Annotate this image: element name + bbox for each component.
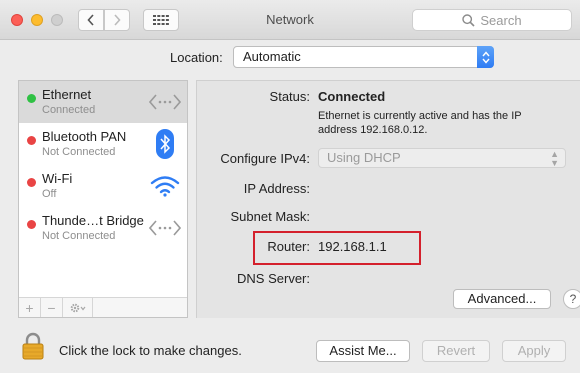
search-placeholder: Search xyxy=(480,12,522,28)
service-item-thunderbolt-bridge[interactable]: Thunde…t Bridge Not Connected xyxy=(19,207,187,249)
configure-ipv4-value: Using DHCP xyxy=(327,150,401,165)
gear-icon xyxy=(70,303,85,312)
status-dot xyxy=(27,178,36,187)
status-dot xyxy=(27,94,36,103)
detail-panel: Status: Connected Ethernet is currently … xyxy=(196,80,580,318)
service-name: Thunde…t Bridge xyxy=(42,213,144,228)
router-value: 192.168.1.1 xyxy=(318,239,387,254)
up-down-arrows-icon xyxy=(481,50,490,64)
location-value: Automatic xyxy=(243,49,301,64)
service-list-toolbar: + − xyxy=(19,297,187,317)
router-label: Router: xyxy=(267,239,310,254)
revert-button[interactable]: Revert xyxy=(422,340,490,362)
service-status: Not Connected xyxy=(42,230,116,242)
lock-icon[interactable] xyxy=(22,332,44,360)
service-item-ethernet[interactable]: Ethernet Connected xyxy=(19,81,187,123)
search-icon xyxy=(462,13,475,27)
subnet-mask-label: Subnet Mask: xyxy=(230,209,311,224)
service-item-bluetooth-pan[interactable]: Bluetooth PAN Not Connected xyxy=(19,123,187,165)
lock-message: Click the lock to make changes. xyxy=(59,343,242,358)
service-name: Bluetooth PAN xyxy=(42,129,127,144)
help-button[interactable]: ? xyxy=(563,289,580,309)
add-service-button[interactable]: + xyxy=(19,298,41,317)
status-dot xyxy=(27,136,36,145)
service-actions-button[interactable] xyxy=(63,298,93,317)
ip-address-label: IP Address: xyxy=(243,181,310,196)
dns-server-label: DNS Server: xyxy=(237,271,310,286)
configure-ipv4-select[interactable]: Using DHCP ▲ ▼ xyxy=(318,148,566,168)
up-down-arrows-icon: ▲ ▼ xyxy=(550,149,559,168)
location-select[interactable]: Automatic xyxy=(233,46,494,68)
service-status: Connected xyxy=(42,104,96,116)
service-item-wifi[interactable]: Wi-Fi Off xyxy=(19,165,187,207)
status-label: Status: xyxy=(269,89,310,104)
search-field[interactable]: Search xyxy=(412,9,572,31)
remove-service-button[interactable]: − xyxy=(41,298,63,317)
service-name: Ethernet xyxy=(42,87,92,102)
status-dot xyxy=(27,220,36,229)
bluetooth-icon xyxy=(149,129,181,159)
advanced-button[interactable]: Advanced... xyxy=(453,289,551,309)
status-description: Ethernet is currently active and has the… xyxy=(318,110,522,136)
service-name: Wi-Fi xyxy=(42,171,73,186)
ethernet-icon xyxy=(149,87,181,117)
wifi-icon xyxy=(149,171,181,201)
apply-button[interactable]: Apply xyxy=(502,340,566,362)
configure-ipv4-label: Configure IPv4: xyxy=(220,151,310,166)
title-bar: Network Search xyxy=(0,0,580,40)
assist-me-button[interactable]: Assist Me... xyxy=(316,340,410,362)
location-stepper[interactable] xyxy=(477,46,494,68)
status-value: Connected xyxy=(318,89,386,104)
service-status: Not Connected xyxy=(42,146,116,158)
service-status: Off xyxy=(42,188,57,200)
location-label: Location: xyxy=(170,50,223,65)
ethernet-icon xyxy=(149,213,181,243)
service-list: Ethernet Connected Bluetooth PAN Not Con… xyxy=(18,80,188,318)
